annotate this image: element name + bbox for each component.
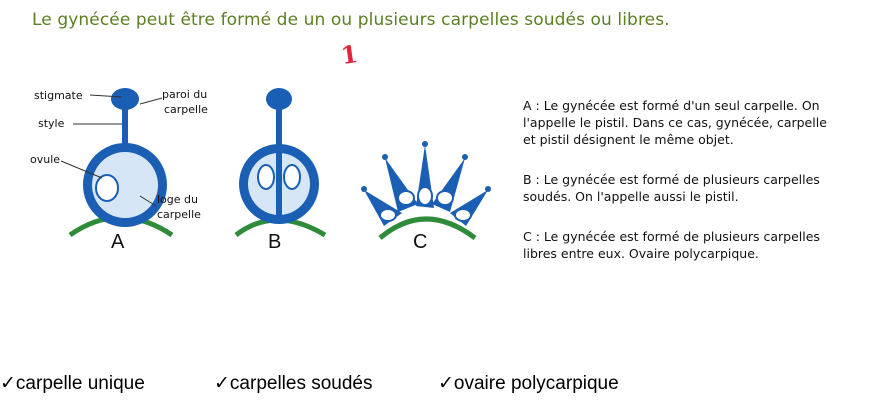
receptacle-c: [378, 216, 477, 240]
carpel-c-3: [416, 141, 434, 208]
ovule-b-left: [257, 164, 275, 190]
description-b: B : Le gynécée est formé de plusieurs ca…: [523, 171, 883, 205]
description-c: C : Le gynécée est formé de plusieurs ca…: [523, 228, 883, 262]
label-stigmate: stigmate: [34, 89, 83, 102]
label-paroi-1: paroi du: [162, 88, 207, 101]
style-b: [276, 104, 282, 150]
description-a-line: l'appelle le pistil. Dans ce cas, gynécé…: [523, 115, 827, 130]
figure-letter-b: B: [268, 231, 281, 253]
ovule-a: [95, 174, 119, 202]
description-c-line: libres entre eux. Ovaire polycarpique.: [523, 246, 759, 261]
check-ovaire-polycarpique: ✓ovaire polycarpique: [438, 373, 619, 394]
carpel-c-5: [450, 186, 491, 226]
figure-b: B: [234, 88, 327, 253]
septum-b: [276, 153, 282, 215]
ovule-b-right: [283, 164, 301, 190]
label-loge-2: carpelle: [157, 208, 201, 221]
figure-letter-c: C: [413, 231, 427, 253]
description-a-line: A : Le gynécée est formé d'un seul carpe…: [523, 98, 820, 113]
check-carpelle-unique: ✓carpelle unique: [0, 373, 145, 394]
figure-c: C: [361, 141, 491, 253]
label-style: style: [38, 117, 65, 130]
description-a: A : Le gynécée est formé d'un seul carpe…: [523, 97, 883, 148]
label-loge-1: loge du: [157, 193, 198, 206]
gynoecium-diagram: stigmate style paroi du carpelle ovule l…: [30, 88, 491, 253]
carpel-c-2: [382, 154, 418, 212]
figure-a: stigmate style paroi du carpelle ovule l…: [30, 88, 208, 253]
description-b-line: B : Le gynécée est formé de plusieurs ca…: [523, 172, 820, 187]
description-c-line: C : Le gynécée est formé de plusieurs ca…: [523, 229, 820, 244]
label-paroi-2: carpelle: [164, 103, 208, 116]
carpel-c-4: [432, 154, 468, 212]
description-a-line: et pistil désignent le même objet.: [523, 132, 734, 147]
label-ovule: ovule: [30, 153, 60, 166]
description-b-line: soudés. On l'appelle aussi le pistil.: [523, 189, 739, 204]
figure-letter-a: A: [111, 231, 125, 253]
check-carpelles-soudes: ✓carpelles soudés: [214, 373, 373, 394]
